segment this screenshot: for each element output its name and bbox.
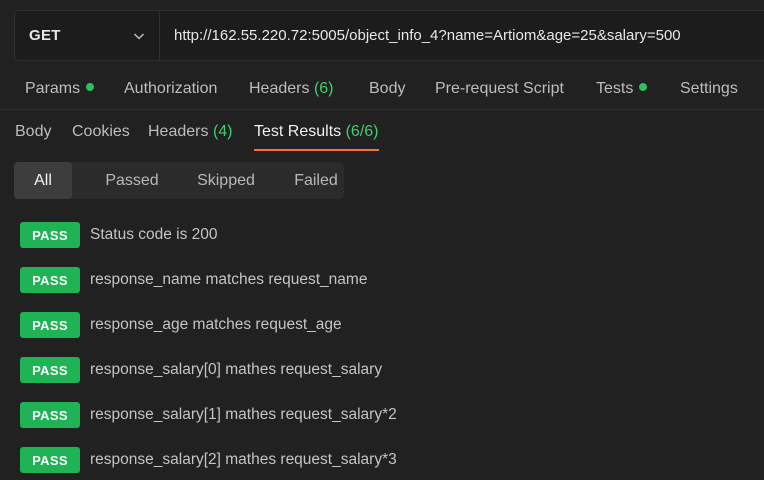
tab-headers-label: Headers [249, 80, 310, 97]
test-result-row: PASS response_age matches request_age [20, 312, 342, 338]
tests-indicator-dot [639, 83, 648, 91]
test-result-row: PASS Status code is 200 [20, 222, 218, 248]
test-name: response_salary[1] mathes request_salary… [90, 406, 397, 423]
test-name: response_salary[0] mathes request_salary [90, 361, 383, 378]
headers-count: (6) [313, 80, 334, 97]
response-tab-body-label: Body [15, 123, 52, 140]
test-name: response_age matches request_age [90, 316, 342, 333]
tab-tests[interactable]: Tests [596, 80, 648, 98]
pass-badge: PASS [20, 267, 80, 293]
tab-authorization-label: Authorization [124, 80, 218, 97]
response-tab-headers-label: Headers [148, 123, 209, 140]
tab-settings[interactable]: Settings [680, 80, 738, 98]
filter-all-button[interactable]: All [14, 162, 72, 199]
response-tab-cookies[interactable]: Cookies [72, 123, 130, 151]
filter-failed-button[interactable]: Failed [262, 162, 370, 199]
url-input[interactable] [160, 10, 764, 61]
test-result-row: PASS response_salary[1] mathes request_s… [20, 402, 397, 428]
pass-badge: PASS [20, 222, 80, 248]
tab-params-label: Params [25, 80, 81, 97]
pass-badge: PASS [20, 357, 80, 383]
pass-badge: PASS [20, 402, 80, 428]
filter-passed-button[interactable]: Passed [78, 162, 186, 199]
pass-badge: PASS [20, 447, 80, 473]
test-result-filter: All Passed Skipped Failed [14, 162, 344, 199]
tab-authorization[interactable]: Authorization [124, 80, 217, 98]
filter-skipped-label: Skipped [197, 171, 255, 189]
request-url-bar: GET [14, 10, 764, 61]
tab-pre-request-label: Pre-request Script [435, 80, 564, 97]
response-tab-cookies-label: Cookies [72, 123, 130, 140]
tab-settings-label: Settings [680, 80, 738, 97]
filter-failed-label: Failed [294, 171, 338, 189]
response-headers-count: (4) [212, 123, 233, 140]
response-tab-body[interactable]: Body [15, 123, 51, 151]
request-tabs: Params Authorization Headers (6) Body Pr… [0, 70, 764, 110]
test-result-row: PASS response_salary[0] mathes request_s… [20, 357, 382, 383]
tab-body-label: Body [369, 80, 406, 97]
test-result-row: PASS response_salary[2] mathes request_s… [20, 447, 397, 473]
test-name: Status code is 200 [90, 226, 218, 243]
tab-body[interactable]: Body [369, 80, 405, 98]
response-tab-test-results-label: Test Results [254, 123, 342, 140]
method-select[interactable]: GET [15, 11, 160, 60]
method-label: GET [29, 27, 61, 44]
test-name: response_name matches request_name [90, 271, 368, 288]
params-indicator-dot [86, 83, 95, 91]
test-name: response_salary[2] mathes request_salary… [90, 451, 397, 468]
response-tab-test-results[interactable]: Test Results (6/6) [254, 123, 379, 151]
filter-passed-label: Passed [105, 171, 159, 189]
test-results-count: (6/6) [345, 123, 379, 140]
test-result-row: PASS response_name matches request_name [20, 267, 367, 293]
tab-params[interactable]: Params [25, 80, 95, 98]
postman-request-view: GET Params Authorization Headers (6) Bod… [0, 0, 764, 480]
response-tab-headers[interactable]: Headers (4) [148, 123, 233, 151]
chevron-down-icon [133, 30, 145, 42]
filter-all-label: All [34, 171, 52, 189]
tab-pre-request-script[interactable]: Pre-request Script [435, 80, 564, 98]
tab-tests-label: Tests [596, 80, 634, 97]
pass-badge: PASS [20, 312, 80, 338]
tab-headers[interactable]: Headers (6) [249, 80, 334, 98]
